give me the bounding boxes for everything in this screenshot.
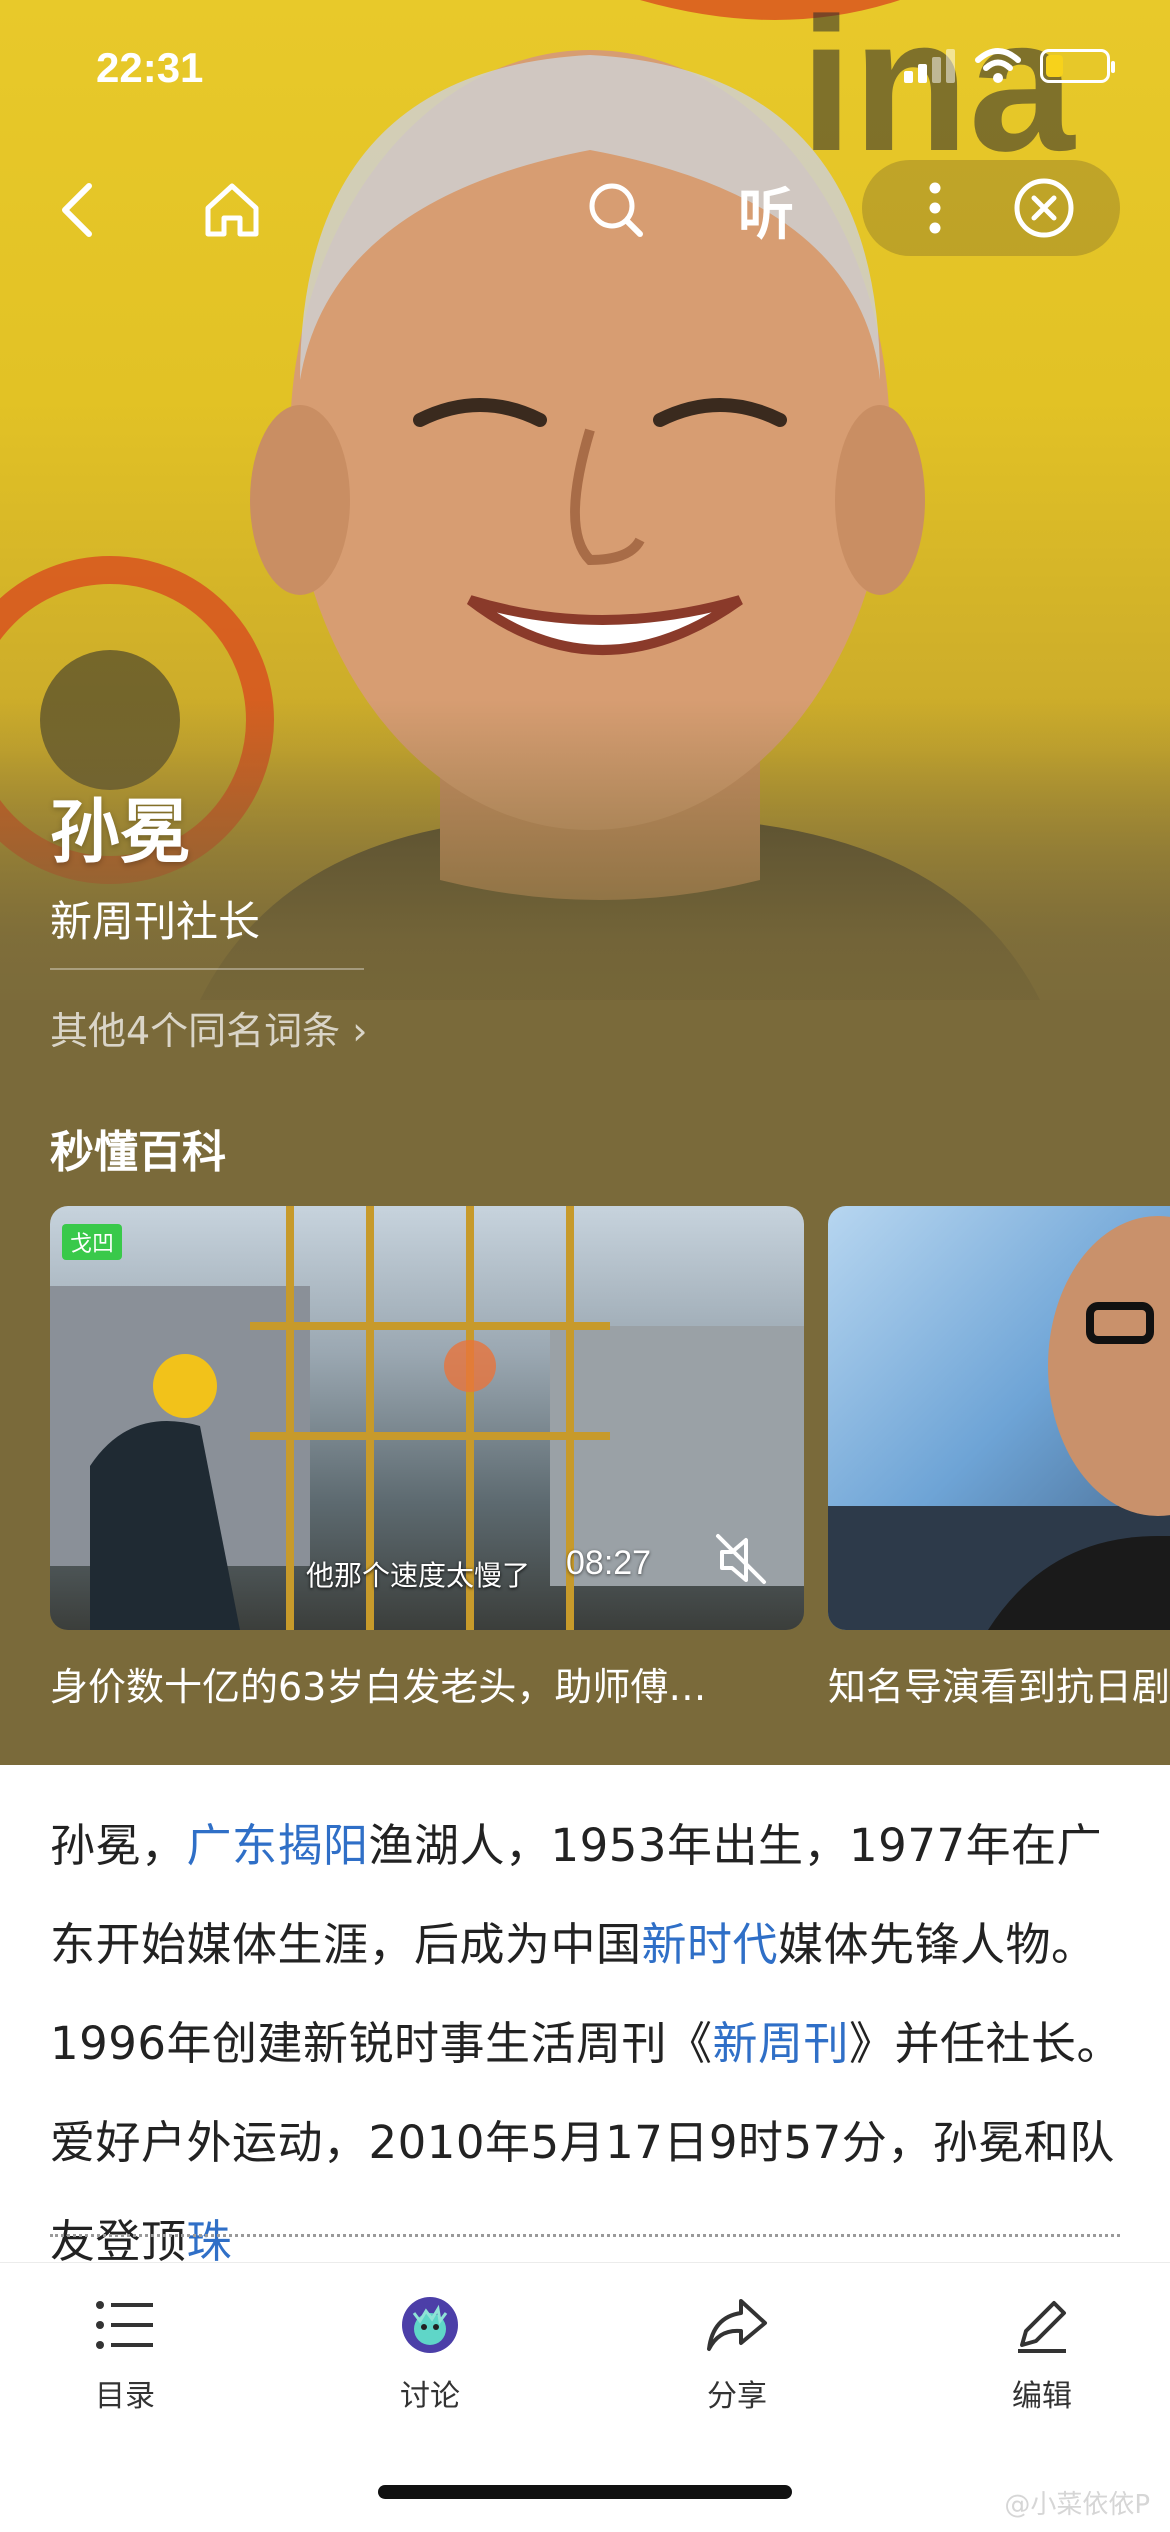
- tab-discussion[interactable]: 讨论: [350, 2293, 510, 2415]
- same-name-entries-link[interactable]: 其他4个同名词条 ›: [50, 1000, 367, 1055]
- hero-divider: [50, 968, 364, 970]
- tab-label: 编辑: [1012, 2379, 1072, 2414]
- hero-section: ina 22:31 听 孙冕 新周刊社长 其他4个同名词条 › 秒懂百科 戈凹 …: [0, 0, 1170, 1765]
- video-caption[interactable]: 知名导演看到抗日剧: [828, 1656, 1170, 1711]
- video-duration: 08:27: [566, 1544, 652, 1582]
- mute-icon: [716, 1534, 766, 1584]
- chevron-left-icon: [62, 183, 92, 237]
- edit-icon: [1010, 2293, 1074, 2357]
- more-vertical-icon: [929, 182, 941, 234]
- video-subtitle: 他那个速度太慢了: [306, 1559, 531, 1592]
- intro-text: 孙冕，: [50, 1819, 187, 1872]
- cellular-signal-icon: [904, 49, 955, 83]
- close-button[interactable]: [1011, 175, 1077, 241]
- status-time: 22:31: [96, 44, 204, 91]
- intro-dotted-divider: [50, 2234, 1120, 2237]
- tab-label: 讨论: [400, 2379, 460, 2414]
- listen-button[interactable]: 听: [726, 170, 806, 250]
- status-icons: [904, 48, 1115, 84]
- home-indicator: [378, 2485, 792, 2499]
- video-card[interactable]: [828, 1206, 1170, 1630]
- search-icon: [589, 183, 643, 237]
- video-source-badge: 戈凹: [62, 1224, 123, 1260]
- list-icon: [93, 2293, 157, 2357]
- status-bar: 22:31: [0, 0, 1170, 140]
- intro-link[interactable]: 珠: [187, 2215, 233, 2268]
- video-section-title: 秒懂百科: [50, 1127, 226, 1178]
- share-icon: [705, 2293, 769, 2357]
- battery-icon: [1040, 49, 1115, 83]
- home-icon: [205, 183, 259, 237]
- tab-edit[interactable]: 编辑: [962, 2293, 1122, 2415]
- battery-level: [1046, 55, 1064, 77]
- mini-program-capsule: [862, 160, 1120, 256]
- person-name: 孙冕: [50, 791, 190, 873]
- mute-button[interactable]: [712, 1530, 772, 1590]
- more-button[interactable]: [905, 178, 965, 238]
- search-button[interactable]: [576, 170, 656, 250]
- back-button[interactable]: [40, 170, 120, 250]
- video-thumbnail: [828, 1216, 1170, 1630]
- video-caption[interactable]: 身价数十亿的63岁白发老头，助师傅…: [50, 1656, 706, 1711]
- home-button[interactable]: [192, 170, 272, 250]
- tab-contents[interactable]: 目录: [45, 2293, 205, 2415]
- intro-link[interactable]: 新时代: [642, 1918, 779, 1971]
- watermark: @小菜依依P: [1004, 2490, 1150, 2520]
- close-circle-icon: [1014, 178, 1074, 238]
- person-title: 新周刊社长: [50, 897, 261, 946]
- wifi-icon: [975, 48, 1021, 83]
- intro-link[interactable]: 新周刊: [713, 2017, 850, 2070]
- tab-share[interactable]: 分享: [657, 2293, 817, 2415]
- tab-label: 目录: [95, 2379, 155, 2414]
- listen-label: 听: [738, 182, 794, 248]
- video-card[interactable]: 戈凹 他那个速度太慢了 08:27: [50, 1206, 804, 1630]
- intro-paragraph: 孙冕，广东揭阳渔湖人，1953年出生，1977年在广东开始媒体生涯，后成为中国新…: [50, 1796, 1130, 2291]
- tab-label: 分享: [707, 2379, 767, 2414]
- discussion-avatar-icon: [398, 2293, 462, 2357]
- intro-link[interactable]: 广东揭阳: [187, 1819, 369, 1872]
